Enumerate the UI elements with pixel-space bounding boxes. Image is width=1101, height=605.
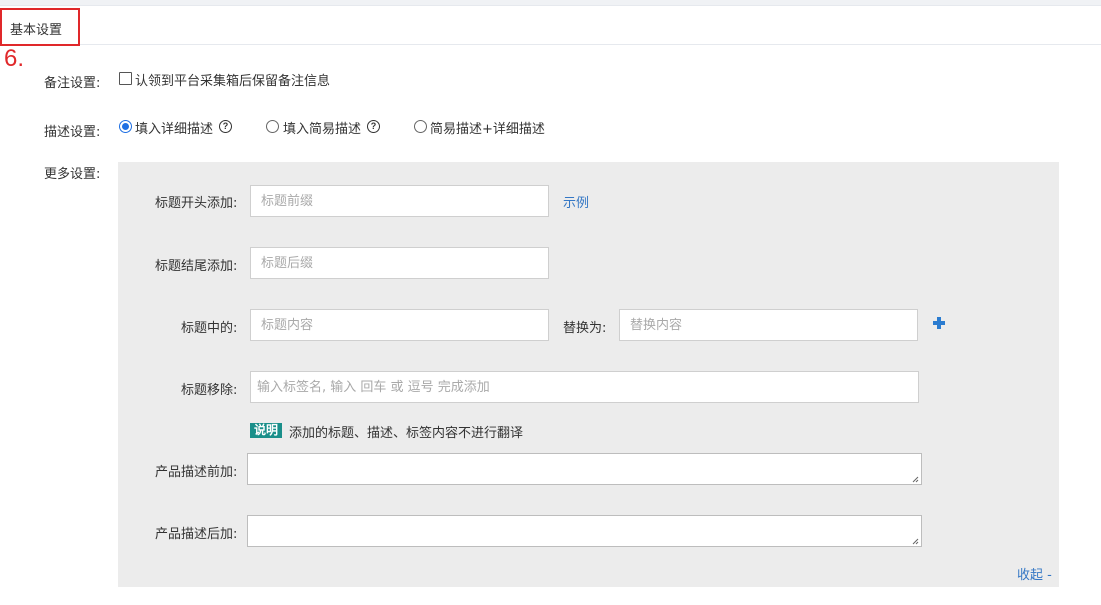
help-icon[interactable]: ? <box>219 120 232 133</box>
radio-simple-plus-detailed-label[interactable]: 简易描述+详细描述 <box>430 118 545 137</box>
example-link[interactable]: 示例 <box>563 192 589 211</box>
collapse-link[interactable]: 收起 - <box>1017 564 1052 583</box>
help-icon[interactable]: ? <box>367 120 380 133</box>
title-suffix-label: 标题结尾添加: <box>155 259 238 274</box>
title-replace-input[interactable] <box>619 309 918 341</box>
note-text: 添加的标题、描述、标签内容不进行翻译 <box>289 426 524 441</box>
title-remove-label: 标题移除: <box>181 383 238 398</box>
title-prefix-label: 标题开头添加: <box>155 196 238 211</box>
add-replace-rule-plus-icon[interactable] <box>933 317 945 329</box>
resize-grip-icon[interactable] <box>912 538 919 545</box>
resize-grip-icon[interactable] <box>912 476 919 483</box>
desc-after-label: 产品描述后加: <box>155 527 238 542</box>
section-title: 基本设置 <box>0 8 80 46</box>
title-find-input[interactable] <box>250 309 549 341</box>
note-badge: 说明 <box>250 423 283 438</box>
step-number-annotation: 6. <box>4 45 25 72</box>
desc-after-textarea[interactable] <box>247 515 922 547</box>
desc-before-label: 产品描述前加: <box>155 465 238 480</box>
title-contains-label: 标题中的: <box>181 321 238 336</box>
radio-detailed-description-label[interactable]: 填入详细描述 <box>135 118 213 137</box>
radio-simple-description[interactable] <box>266 120 279 133</box>
remark-keep-label[interactable]: 认领到平台采集箱后保留备注信息 <box>135 70 330 89</box>
remark-keep-checkbox[interactable] <box>119 72 132 85</box>
section-header: 基本设置 <box>0 5 1101 46</box>
description-settings-label: 描述设置: <box>44 125 101 140</box>
radio-detailed-description[interactable] <box>119 120 132 133</box>
desc-before-textarea[interactable] <box>247 453 922 485</box>
radio-simple-plus-detailed[interactable] <box>414 120 427 133</box>
title-suffix-input[interactable] <box>250 247 549 279</box>
title-prefix-input[interactable] <box>250 185 549 217</box>
title-remove-tags-input[interactable] <box>250 371 919 403</box>
replace-with-label: 替换为: <box>563 321 607 336</box>
remark-settings-label: 备注设置: <box>44 76 101 91</box>
more-settings-label: 更多设置: <box>44 167 101 182</box>
radio-simple-description-label[interactable]: 填入简易描述 <box>283 118 361 137</box>
